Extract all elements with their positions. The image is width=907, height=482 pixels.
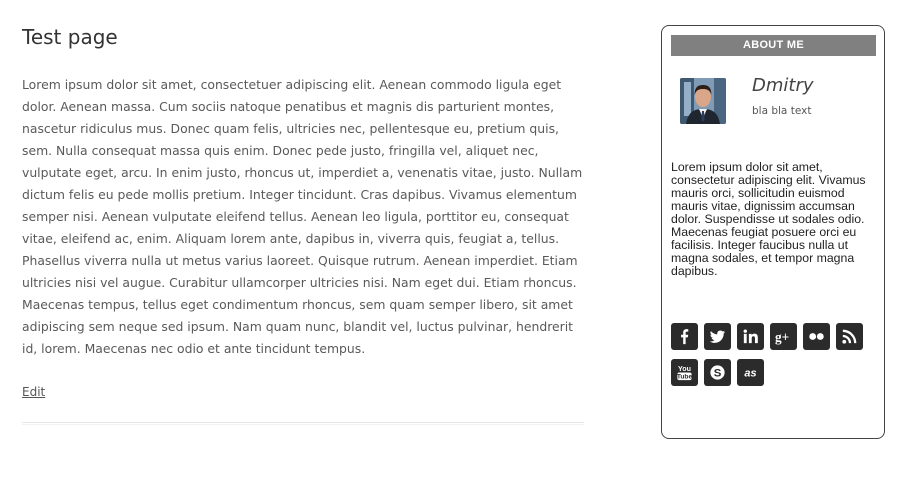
svg-text:S: S [714, 367, 722, 379]
profile-name: Dmitry [752, 75, 814, 96]
facebook-icon[interactable] [671, 323, 698, 350]
rss-icon[interactable] [836, 323, 863, 350]
widget-title: ABOUT ME [671, 35, 876, 56]
youtube-logo-text: You [678, 365, 691, 373]
svg-text:as: as [744, 367, 756, 379]
about-me-widget: ABOUT ME Dmitry bla bla text Lorem ipsum… [661, 25, 885, 439]
page-body-text: Lorem ipsum dolor sit amet, consectetuer… [22, 77, 583, 356]
lastfm-icon[interactable]: as [737, 359, 764, 386]
about-text: Lorem ipsum dolor sit amet, consectetur … [671, 160, 866, 278]
svg-text:Tube: Tube [677, 374, 693, 381]
youtube-icon[interactable]: You Tube [671, 359, 698, 386]
skype-icon[interactable]: S [704, 359, 731, 386]
google-plus-icon[interactable]: g+ [770, 323, 797, 350]
content-divider [22, 422, 584, 425]
avatar [680, 78, 726, 124]
page-title: Test page [22, 25, 118, 49]
twitter-icon[interactable] [704, 323, 731, 350]
svg-text:g+: g+ [775, 329, 789, 344]
main-content: Test page Lorem ipsum dolor sit amet, co… [22, 22, 584, 425]
linkedin-icon[interactable] [737, 323, 764, 350]
flickr-icon[interactable] [803, 323, 830, 350]
edit-link[interactable]: Edit [22, 385, 45, 399]
profile-subtitle: bla bla text [752, 105, 812, 117]
